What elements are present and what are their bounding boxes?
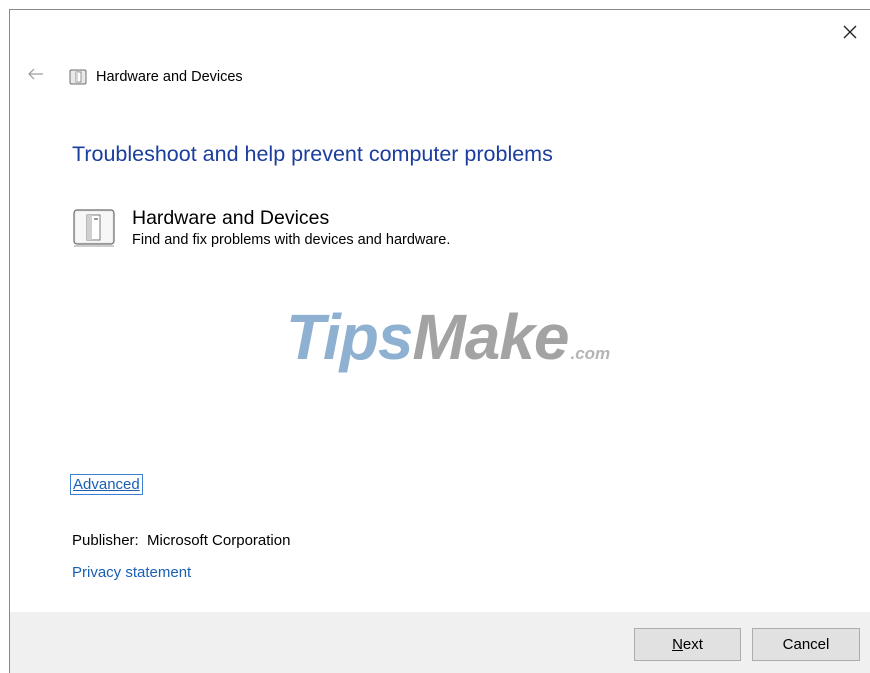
publisher-label: Publisher: bbox=[72, 532, 139, 549]
back-button[interactable] bbox=[27, 67, 45, 81]
watermark-part-domain: .com bbox=[570, 344, 611, 363]
advanced-link[interactable]: Advanced bbox=[70, 474, 143, 495]
next-button[interactable]: Next bbox=[634, 628, 741, 661]
hardware-small-icon bbox=[69, 69, 87, 85]
close-icon bbox=[843, 25, 857, 39]
item-title: Hardware and Devices bbox=[132, 207, 330, 229]
window-title-text: Hardware and Devices bbox=[96, 69, 243, 85]
publisher-value: Microsoft Corporation bbox=[147, 532, 291, 549]
next-button-label: ext bbox=[682, 636, 703, 653]
next-button-mnemonic: N bbox=[672, 636, 683, 653]
troubleshooter-item: Hardware and Devices Find and fix proble… bbox=[72, 206, 450, 250]
cancel-button[interactable]: Cancel bbox=[752, 628, 860, 661]
watermark-part-tips: Tips bbox=[286, 301, 413, 373]
back-arrow-icon bbox=[28, 68, 43, 80]
troubleshooter-window: Hardware and Devices Troubleshoot and he… bbox=[9, 9, 870, 673]
watermark-logo: Tips Make .com bbox=[286, 300, 610, 374]
footer-bar: Next Cancel bbox=[10, 612, 870, 673]
hardware-troubleshooter-icon bbox=[73, 209, 115, 247]
page-heading: Troubleshoot and help prevent computer p… bbox=[72, 142, 553, 166]
publisher-line: Publisher: Microsoft Corporation bbox=[72, 532, 290, 549]
watermark-part-make: Make bbox=[412, 301, 569, 373]
privacy-statement-link[interactable]: Privacy statement bbox=[72, 564, 191, 581]
window-title: Hardware and Devices bbox=[69, 65, 243, 89]
item-description: Find and fix problems with devices and h… bbox=[132, 232, 451, 248]
close-button[interactable] bbox=[838, 20, 862, 44]
